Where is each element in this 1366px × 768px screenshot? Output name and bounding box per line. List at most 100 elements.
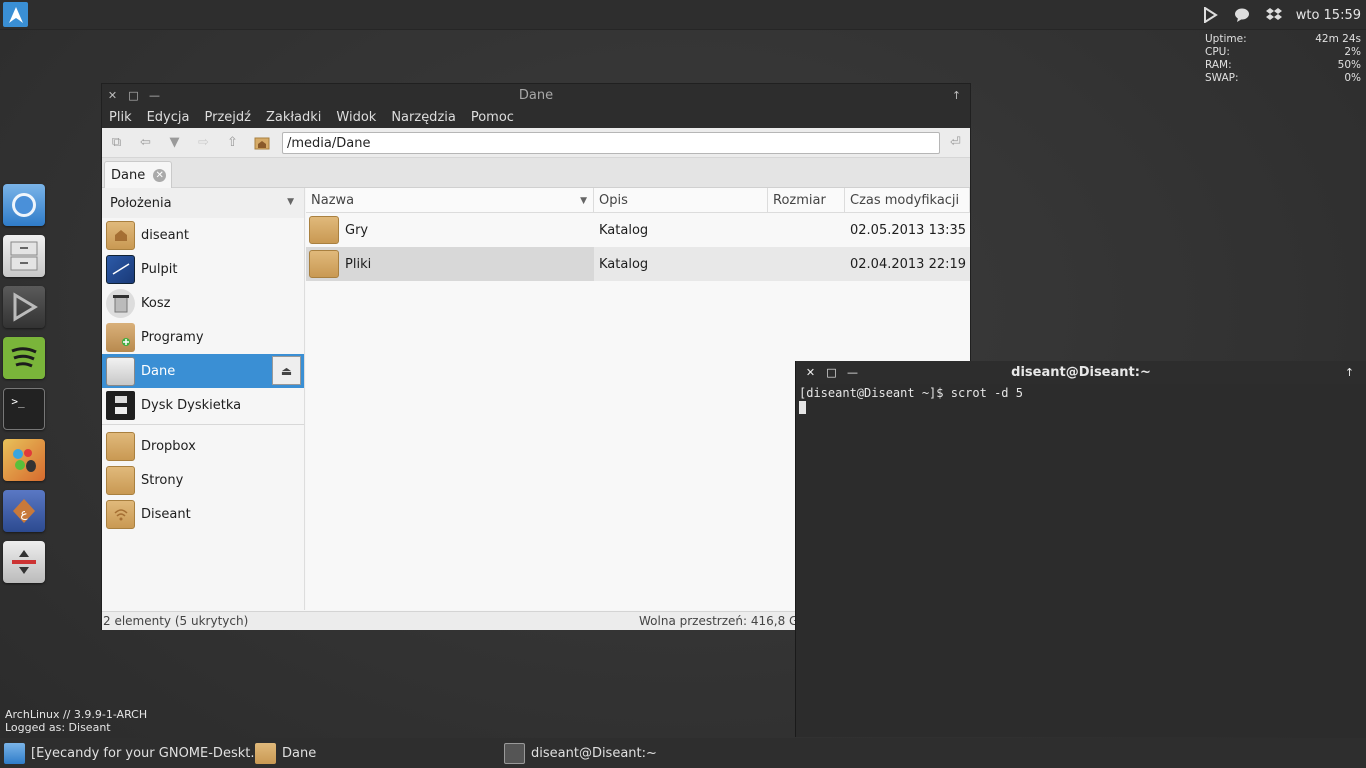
conky-row-cpu: CPU: 2% <box>1205 46 1361 58</box>
minimize-icon: — <box>149 89 160 102</box>
column-czas-modyfikacji[interactable]: Czas modyfikacji <box>845 188 970 213</box>
sidebar-item-diseant[interactable]: diseant <box>102 218 304 252</box>
menubar: Plik Edycja Przejdź Zakładki Widok Narzę… <box>102 107 970 128</box>
desc-cell: Katalog <box>599 256 649 272</box>
history-dropdown[interactable]: ▼ <box>160 130 189 156</box>
menu-edycja[interactable]: Edycja <box>147 110 190 125</box>
maximize-button[interactable]: □ <box>821 361 842 384</box>
folder-icon <box>309 250 339 278</box>
close-icon: ✕ <box>107 89 118 102</box>
status-free-space: Wolna przestrzeń: 416,8 G <box>639 614 799 628</box>
terminal-output[interactable]: [diseant@Diseant ~]$ scrot -d 5 <box>796 384 1366 416</box>
name-cell: Pliki <box>306 247 594 281</box>
sidebar-item-dane[interactable]: Dane ⏏ <box>102 354 304 388</box>
arrow-up-icon: ⇧ <box>227 135 238 150</box>
conky-row-uptime: Uptime: 42m 24s <box>1205 33 1361 45</box>
sidebar-item-pulpit[interactable]: Pulpit <box>102 252 304 286</box>
conky-row-swap: SWAP: 0% <box>1205 72 1361 84</box>
forward-button[interactable]: ⇨ <box>189 130 218 156</box>
maximize-icon: □ <box>128 89 139 102</box>
go-icon: ⏎ <box>950 135 961 150</box>
file-manager-titlebar[interactable]: ✕ □ — Dane ↑ <box>102 84 970 107</box>
sidebar-item-programy[interactable]: Programy <box>102 320 304 354</box>
folder-icon <box>106 465 135 495</box>
menu-przejdz[interactable]: Przejdź <box>204 110 250 125</box>
minimize-button[interactable]: — <box>842 361 863 384</box>
floppy-icon <box>106 390 135 420</box>
terminal-titlebar[interactable]: ✕ □ — diseant@Diseant:~ ↑ <box>796 361 1366 384</box>
task-terminal[interactable]: diseant@Diseant:~ <box>504 738 657 768</box>
close-icon: ✕ <box>805 366 816 379</box>
close-button[interactable]: ✕ <box>800 361 821 384</box>
sidebar-item-dropbox[interactable]: Dropbox <box>102 429 304 463</box>
folder-icon <box>309 216 339 244</box>
file-cabinet-icon[interactable] <box>3 235 45 277</box>
column-rozmiar[interactable]: Rozmiar <box>768 188 845 213</box>
sidebar-item-dysk-dyskietka[interactable]: Dysk Dyskietka <box>102 388 304 422</box>
minimize-button[interactable]: — <box>144 84 165 107</box>
terminal-window[interactable]: ✕ □ — diseant@Diseant:~ ↑ [diseant@Disea… <box>795 361 1366 737</box>
up-button[interactable]: ⇧ <box>218 130 247 156</box>
column-opis[interactable]: Opis <box>594 188 768 213</box>
menu-plik[interactable]: Plik <box>109 110 132 125</box>
play-icon[interactable] <box>1200 5 1220 25</box>
conky-monitor: Uptime: 42m 24s CPU: 2% RAM: 50% SWAP: 0% <box>1205 33 1361 85</box>
chromium-icon[interactable] <box>3 184 45 226</box>
os-version: ArchLinux // 3.9.9-1-ARCH <box>5 708 148 721</box>
shade-button[interactable]: ↑ <box>946 84 967 107</box>
eject-icon: ⏏ <box>280 363 293 378</box>
menu-pomoc[interactable]: Pomoc <box>471 110 514 125</box>
logged-user: Logged as: Diseant <box>5 721 111 734</box>
sidebar-item-diseant-network[interactable]: Diseant <box>102 497 304 531</box>
sidebar-item-strony[interactable]: Strony <box>102 463 304 497</box>
conky-row-ram: RAM: 50% <box>1205 59 1361 71</box>
menu-zakladki[interactable]: Zakładki <box>266 110 321 125</box>
maximize-button[interactable]: □ <box>123 84 144 107</box>
task-file-manager[interactable]: Dane <box>255 738 316 768</box>
tool-icon[interactable] <box>3 541 45 583</box>
home-button[interactable] <box>247 130 276 156</box>
path-input[interactable] <box>282 132 940 154</box>
tab-label: Dane <box>111 167 146 183</box>
tab-bar: Dane ✕ <box>102 158 970 188</box>
arabic-app-icon[interactable]: ع <box>3 490 45 532</box>
clock[interactable]: wto 15:59 <box>1296 8 1361 23</box>
paint-icon[interactable] <box>3 439 45 481</box>
dropbox-icon[interactable] <box>1264 5 1284 25</box>
eject-button[interactable]: ⏏ <box>272 356 301 385</box>
status-item-count: 2 elementy (5 ukrytych) <box>103 614 249 628</box>
menu-narzedzia[interactable]: Narzędzia <box>391 110 456 125</box>
close-tab-icon[interactable]: ✕ <box>153 168 167 182</box>
arrow-up-icon: ↑ <box>951 89 962 102</box>
sidebar-header[interactable]: Położenia ▼ <box>102 188 304 218</box>
table-row[interactable]: Gry Katalog 02.05.2013 13:35 <box>306 213 970 247</box>
sidebar-item-kosz[interactable]: Kosz <box>102 286 304 320</box>
back-button[interactable]: ⇦ <box>131 130 160 156</box>
home-folder-icon <box>106 220 135 250</box>
chat-bubble-icon[interactable] <box>1232 5 1252 25</box>
chromium-icon <box>4 742 25 764</box>
arrow-right-icon: ⇨ <box>198 135 209 150</box>
new-tab-button[interactable]: ⧉ <box>102 130 131 156</box>
tab-dane[interactable]: Dane ✕ <box>104 161 172 188</box>
player-icon[interactable] <box>3 286 45 328</box>
close-button[interactable]: ✕ <box>102 84 123 107</box>
spotify-icon[interactable] <box>3 337 45 379</box>
menu-widok[interactable]: Widok <box>336 110 376 125</box>
task-browser[interactable]: [Eyecandy for your GNOME-Deskt... <box>4 738 263 768</box>
chevron-down-icon: ▼ <box>287 197 294 207</box>
go-button[interactable]: ⏎ <box>941 130 970 156</box>
terminal-cursor <box>799 401 806 414</box>
network-folder-icon <box>106 499 135 529</box>
new-tab-icon: ⧉ <box>111 135 122 150</box>
shade-button[interactable]: ↑ <box>1339 361 1360 384</box>
terminal-icon[interactable]: >_ <box>3 388 45 430</box>
taskbar: [Eyecandy for your GNOME-Deskt... Dane d… <box>0 738 1366 768</box>
sidebar: Położenia ▼ diseant Pulpit Kosz Programy… <box>102 188 305 610</box>
monitor-icon <box>504 742 525 764</box>
drive-icon <box>106 356 135 386</box>
table-row[interactable]: Pliki Katalog 02.04.2013 22:19 <box>306 247 970 281</box>
column-nazwa[interactable]: Nazwa ▼ <box>306 188 594 213</box>
name-cell: Gry <box>306 213 594 247</box>
arch-menu-button[interactable] <box>3 2 28 27</box>
